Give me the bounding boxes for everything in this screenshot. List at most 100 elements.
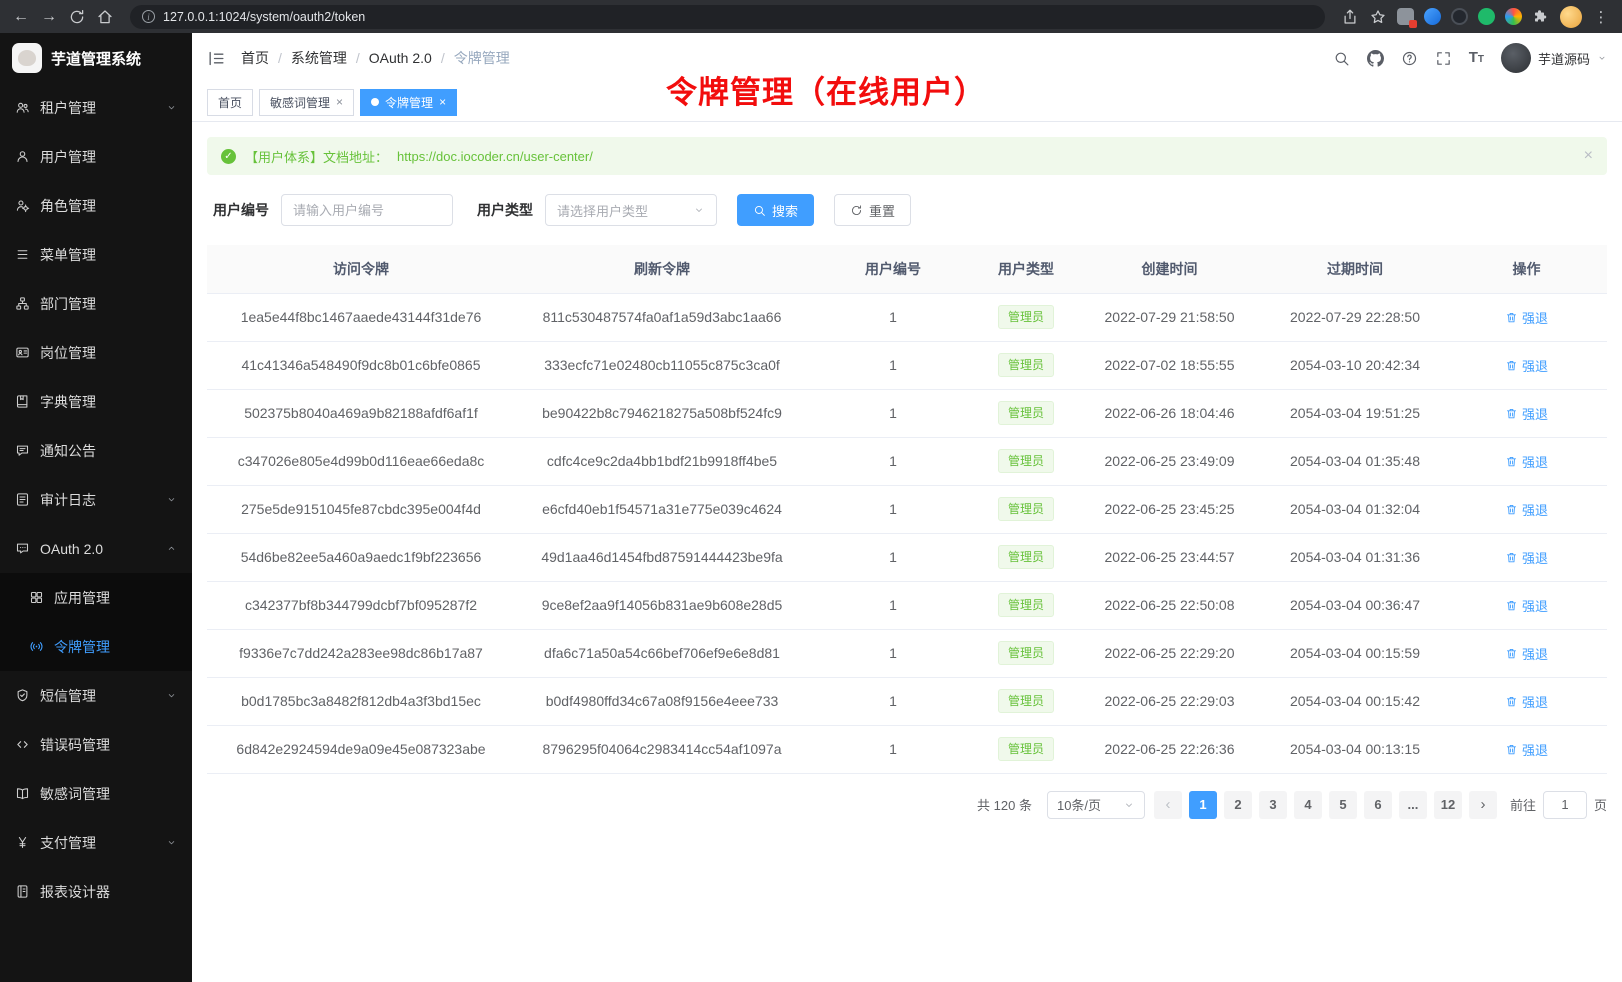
sidebar-item-post[interactable]: 岗位管理 <box>0 328 192 377</box>
table-row: 41c41346a548490f9dc8b01c6bfe0865333ecfc7… <box>207 341 1607 389</box>
user-id-input[interactable] <box>281 194 453 226</box>
cell-expire-time: 2054-03-04 01:31:36 <box>1264 533 1446 581</box>
sidebar-item-label: 岗位管理 <box>40 343 96 363</box>
tab-close-icon[interactable]: × <box>439 96 446 108</box>
sidebar-item-audit-log[interactable]: 审计日志 <box>0 475 192 524</box>
sidebar-item-pay[interactable]: 支付管理 <box>0 818 192 867</box>
users-icon <box>15 100 30 115</box>
search-icon[interactable] <box>1333 50 1350 67</box>
force-logout-button[interactable]: 强退 <box>1505 548 1548 567</box>
sidebar-item-sms[interactable]: 短信管理 <box>0 671 192 720</box>
pagination-next[interactable]: › <box>1469 791 1497 819</box>
breadcrumb-separator: / <box>278 50 282 66</box>
sidebar-item-oauth2-token[interactable]: 令牌管理 <box>0 622 192 671</box>
url-bar[interactable]: i 127.0.0.1:1024/system/oauth2/token <box>130 5 1325 29</box>
forward-icon[interactable]: → <box>40 8 58 26</box>
alert-doc-link[interactable]: https://doc.iocoder.cn/user-center/ <box>397 149 593 164</box>
pagination-page-1[interactable]: 1 <box>1189 791 1217 819</box>
pagination-page-2[interactable]: 2 <box>1224 791 1252 819</box>
breadcrumb-item[interactable]: OAuth 2.0 <box>369 50 432 66</box>
sidebar-item-report-designer[interactable]: 报表设计器 <box>0 867 192 916</box>
user-type-tag: 管理员 <box>998 545 1054 569</box>
cell-access-token: 275e5de9151045fe87cbdc395e004f4d <box>207 485 515 533</box>
extension-icon[interactable] <box>1478 8 1495 25</box>
share-icon[interactable] <box>1341 8 1359 26</box>
tab-oauth2-token[interactable]: 令牌管理× <box>360 89 457 116</box>
extension-icon[interactable] <box>1451 8 1468 25</box>
force-logout-button[interactable]: 强退 <box>1505 500 1548 519</box>
back-icon[interactable]: ← <box>12 8 30 26</box>
extensions-puzzle-icon[interactable] <box>1532 8 1550 26</box>
sidebar-item-label: OAuth 2.0 <box>40 541 103 557</box>
force-logout-button[interactable]: 强退 <box>1505 404 1548 423</box>
message-icon <box>15 443 30 458</box>
extension-icon[interactable] <box>1505 8 1522 25</box>
cell-user-id: 1 <box>809 725 977 773</box>
sidebar-item-tenant[interactable]: 租户管理 <box>0 83 192 132</box>
pagination-page-12[interactable]: 12 <box>1434 791 1462 819</box>
force-logout-button[interactable]: 强退 <box>1505 308 1548 327</box>
tab-close-icon[interactable]: × <box>336 96 343 108</box>
bookmark-star-icon[interactable] <box>1369 8 1387 26</box>
sidebar-item-dict[interactable]: 字典管理 <box>0 377 192 426</box>
force-logout-button[interactable]: 强退 <box>1505 596 1548 615</box>
info-icon[interactable]: i <box>142 10 155 23</box>
search-button[interactable]: 搜索 <box>737 194 814 226</box>
tab-sensitive-word[interactable]: 敏感词管理× <box>259 89 354 116</box>
sidebar-item-oauth2[interactable]: OAuth 2.0 <box>0 524 192 573</box>
github-icon[interactable] <box>1367 50 1384 67</box>
font-size-icon[interactable]: TT <box>1469 50 1484 67</box>
home-icon[interactable] <box>96 8 114 26</box>
pagination-page-3[interactable]: 3 <box>1259 791 1287 819</box>
page-list: 123456...12 <box>1189 791 1462 819</box>
sidebar-item-role[interactable]: 角色管理 <box>0 181 192 230</box>
tokens-table: 访问令牌刷新令牌用户编号用户类型创建时间过期时间操作 1ea5e44f8bc14… <box>207 245 1607 774</box>
reload-icon[interactable] <box>68 8 86 26</box>
breadcrumb-item[interactable]: 首页 <box>241 48 269 68</box>
app-logo-row[interactable]: 芋道管理系统 <box>0 33 192 83</box>
force-logout-button[interactable]: 强退 <box>1505 452 1548 471</box>
pagination-page-4[interactable]: 4 <box>1294 791 1322 819</box>
sidebar-item-oauth2-app[interactable]: 应用管理 <box>0 573 192 622</box>
cell-access-token: 41c41346a548490f9dc8b01c6bfe0865 <box>207 341 515 389</box>
annotation-overlay-text: 令牌管理（在线用户） <box>666 67 986 112</box>
pagination-prev[interactable]: ‹ <box>1154 791 1182 819</box>
sidebar-item-sensitive-word[interactable]: 敏感词管理 <box>0 769 192 818</box>
page-size-select[interactable]: 10条/页 <box>1047 791 1145 819</box>
help-icon[interactable] <box>1401 50 1418 67</box>
cell-access-token: f9336e7c7dd242a283ee98dc86b17a87 <box>207 629 515 677</box>
goto-suffix: 页 <box>1594 795 1607 814</box>
breadcrumb-item[interactable]: 系统管理 <box>291 48 347 68</box>
force-logout-button[interactable]: 强退 <box>1505 356 1548 375</box>
alert-close-icon[interactable]: × <box>1584 147 1593 165</box>
search-button-label: 搜索 <box>772 201 798 220</box>
cell-access-token: 1ea5e44f8bc1467aaede43144f31de76 <box>207 293 515 341</box>
user-menu[interactable]: 芋道源码 <box>1501 43 1607 73</box>
sidebar-item-error-code[interactable]: 错误码管理 <box>0 720 192 769</box>
goto-page-input[interactable] <box>1543 791 1587 819</box>
sidebar-item-menu[interactable]: 菜单管理 <box>0 230 192 279</box>
force-logout-button[interactable]: 强退 <box>1505 644 1548 663</box>
user-type-select[interactable]: 请选择用户类型 <box>545 194 717 226</box>
cell-create-time: 2022-06-25 22:50:08 <box>1075 581 1264 629</box>
browser-menu-icon[interactable]: ⋮ <box>1592 8 1610 26</box>
extension-icon[interactable] <box>1424 8 1441 25</box>
table-header-row: 访问令牌刷新令牌用户编号用户类型创建时间过期时间操作 <box>207 245 1607 293</box>
force-logout-button[interactable]: 强退 <box>1505 692 1548 711</box>
yen-icon <box>15 835 30 850</box>
reset-button[interactable]: 重置 <box>834 194 911 226</box>
pagination-page-6[interactable]: 6 <box>1364 791 1392 819</box>
cell-expire-time: 2022-07-29 22:28:50 <box>1264 293 1446 341</box>
fullscreen-icon[interactable] <box>1435 50 1452 67</box>
pagination-more[interactable]: ... <box>1399 791 1427 819</box>
sidebar-fold-icon[interactable] <box>207 49 226 68</box>
user-type-tag: 管理员 <box>998 305 1054 329</box>
browser-profile-avatar[interactable] <box>1560 6 1582 28</box>
pagination-page-5[interactable]: 5 <box>1329 791 1357 819</box>
force-logout-button[interactable]: 强退 <box>1505 740 1548 759</box>
sidebar-item-dept[interactable]: 部门管理 <box>0 279 192 328</box>
tab-home[interactable]: 首页 <box>207 89 253 116</box>
sidebar-item-notice[interactable]: 通知公告 <box>0 426 192 475</box>
sidebar-item-user[interactable]: 用户管理 <box>0 132 192 181</box>
extension-icon[interactable] <box>1397 8 1414 25</box>
